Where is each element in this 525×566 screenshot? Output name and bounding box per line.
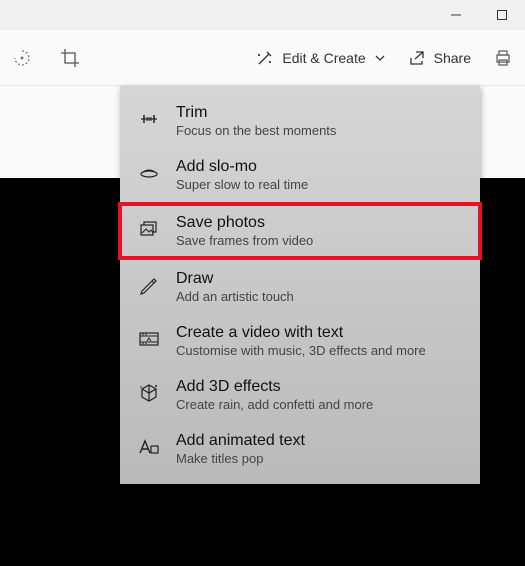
window-controls: [433, 0, 525, 30]
menu-item-desc: Focus on the best moments: [176, 123, 336, 138]
cube-3d-icon: [138, 382, 160, 404]
share-icon: [408, 49, 426, 67]
edit-create-label: Edit & Create: [282, 50, 365, 66]
menu-item-desc: Customise with music, 3D effects and mor…: [176, 343, 426, 358]
animated-text-icon: [138, 436, 160, 458]
toolbar: Edit & Create Share: [0, 30, 525, 86]
menu-item-3d-effects[interactable]: Add 3D effects Create rain, add confetti…: [120, 368, 480, 422]
menu-item-title: Add animated text: [176, 432, 305, 450]
slomo-icon: [138, 162, 160, 184]
toolbar-left-group: [12, 48, 80, 68]
menu-item-desc: Make titles pop: [176, 451, 305, 466]
menu-text: Create a video with text Customise with …: [176, 324, 426, 358]
magic-wand-icon: [256, 49, 274, 67]
menu-item-title: Draw: [176, 270, 294, 288]
menu-item-desc: Super slow to real time: [176, 177, 308, 192]
save-photos-icon: [138, 218, 160, 240]
crop-icon: [60, 48, 80, 68]
menu-item-desc: Save frames from video: [176, 233, 313, 248]
menu-item-title: Create a video with text: [176, 324, 426, 342]
menu-text: Add 3D effects Create rain, add confetti…: [176, 378, 373, 412]
menu-item-draw[interactable]: Draw Add an artistic touch: [120, 260, 480, 314]
print-icon: [493, 48, 513, 68]
menu-item-title: Trim: [176, 104, 336, 122]
menu-item-trim[interactable]: Trim Focus on the best moments: [120, 94, 480, 148]
share-label: Share: [434, 50, 471, 66]
menu-item-title: Add slo-mo: [176, 158, 308, 176]
menu-item-title: Save photos: [176, 214, 313, 232]
edit-create-menu: Trim Focus on the best moments Add slo-m…: [120, 86, 480, 484]
trim-icon: [138, 108, 160, 130]
crop-button[interactable]: [60, 48, 80, 68]
toolbar-right-group: Edit & Create Share: [256, 48, 513, 68]
menu-item-desc: Create rain, add confetti and more: [176, 397, 373, 412]
menu-item-animated-text[interactable]: Add animated text Make titles pop: [120, 422, 480, 476]
title-bar: [0, 0, 525, 30]
draw-icon: [138, 274, 160, 296]
menu-item-slomo[interactable]: Add slo-mo Super slow to real time: [120, 148, 480, 202]
video-text-icon: [138, 328, 160, 350]
menu-item-desc: Add an artistic touch: [176, 289, 294, 304]
menu-item-title: Add 3D effects: [176, 378, 373, 396]
print-button[interactable]: [493, 48, 513, 68]
menu-text: Draw Add an artistic touch: [176, 270, 294, 304]
rotate-button[interactable]: [12, 48, 32, 68]
maximize-button[interactable]: [479, 0, 525, 30]
share-button[interactable]: Share: [408, 49, 471, 67]
menu-text: Add animated text Make titles pop: [176, 432, 305, 466]
chevron-down-icon: [374, 52, 386, 64]
menu-text: Trim Focus on the best moments: [176, 104, 336, 138]
rotate-icon: [12, 48, 32, 68]
menu-text: Save photos Save frames from video: [176, 214, 313, 248]
menu-text: Add slo-mo Super slow to real time: [176, 158, 308, 192]
menu-item-video-text[interactable]: Create a video with text Customise with …: [120, 314, 480, 368]
edit-create-button[interactable]: Edit & Create: [256, 49, 385, 67]
menu-item-save-photos[interactable]: Save photos Save frames from video: [118, 202, 482, 260]
minimize-button[interactable]: [433, 0, 479, 30]
